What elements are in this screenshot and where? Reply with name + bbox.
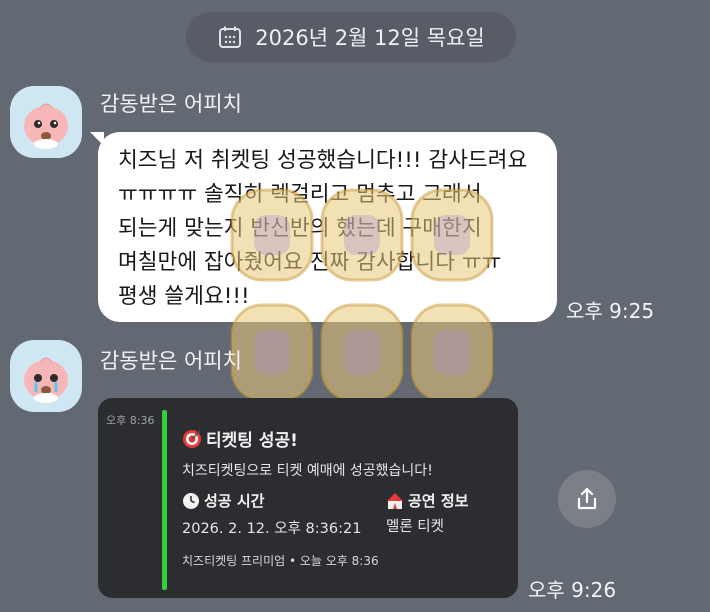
- card-title: 티켓팅 성공!: [182, 426, 298, 451]
- date-divider-text: 2026년 2월 12일 목요일: [255, 26, 485, 50]
- show-info-label-text: 공연 정보: [408, 492, 469, 510]
- target-icon: [183, 429, 201, 448]
- circus-tent-icon: [387, 492, 403, 509]
- message-time: 오후 9:26: [528, 578, 617, 602]
- apeach-crying-avatar-icon: [24, 357, 68, 403]
- share-button[interactable]: [558, 470, 616, 528]
- ticket-success-card[interactable]: 오후 8:36 티켓팅 성공! 치즈티켓팅으로 티켓 예매에 성공했습니다! 성…: [98, 398, 518, 598]
- message-bubble[interactable]: 치즈님 저 취켓팅 성공했습니다!!! 감사드려요 ㅠㅠㅠㅠ 솔직히 렉걸리고 …: [90, 132, 557, 322]
- success-time-label-text: 성공 시간: [204, 492, 265, 510]
- card-timestamp: 오후 8:36: [106, 414, 155, 427]
- success-time-value: 2026. 2. 12. 오후 8:36:21: [182, 521, 362, 537]
- sender-name[interactable]: 감동받은 어피치: [100, 88, 242, 118]
- share-icon: [577, 487, 597, 510]
- clock-icon: [183, 492, 199, 509]
- show-info-value: 멜론 티켓: [386, 519, 444, 535]
- success-time-label: 성공 시간: [182, 490, 264, 511]
- apeach-avatar-icon: [24, 103, 68, 149]
- date-divider: 2026년 2월 12일 목요일: [186, 12, 516, 62]
- card-description: 치즈티켓팅으로 티켓 예매에 성공했습니다!: [182, 463, 433, 479]
- calendar-icon: [219, 26, 242, 48]
- card-accent-bar: [162, 410, 167, 590]
- card-title-text: 티켓팅 성공!: [206, 431, 298, 451]
- avatar[interactable]: [10, 86, 82, 158]
- avatar[interactable]: [10, 340, 82, 412]
- sender-name[interactable]: 감동받은 어피치: [100, 345, 242, 375]
- card-footer: 치즈티켓팅 프리미엄 • 오늘 오후 8:36: [182, 554, 379, 568]
- message-time: 오후 9:25: [566, 299, 655, 323]
- show-info-label: 공연 정보: [386, 490, 468, 511]
